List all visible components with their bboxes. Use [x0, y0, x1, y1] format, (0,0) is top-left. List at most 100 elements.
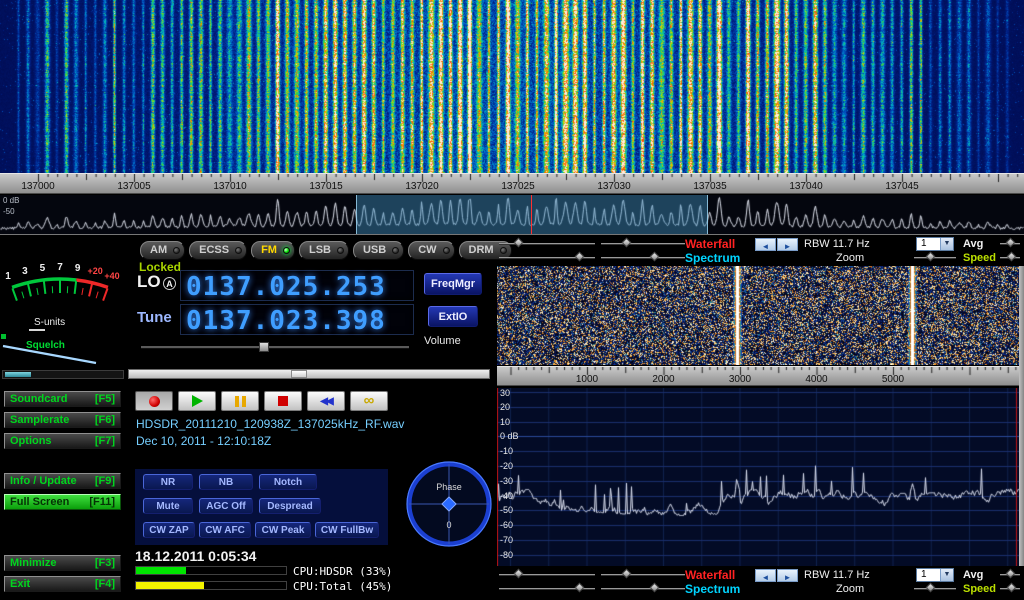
stop-button[interactable] — [264, 391, 302, 411]
slider-thumb[interactable] — [650, 583, 660, 593]
sidebar-button-label: Exit — [10, 578, 30, 590]
lo-frequency-display[interactable]: 0137.025.253 — [180, 270, 414, 301]
sidebar-button-minimize[interactable]: Minimize[F3] — [4, 555, 121, 571]
sidebar-button-info-update[interactable]: Info / Update[F9] — [4, 473, 121, 489]
waterfall-label[interactable]: Waterfall — [685, 568, 735, 582]
tuning-position-slider[interactable] — [128, 369, 490, 379]
slider-thumb[interactable] — [1006, 238, 1016, 248]
spectrum-label[interactable]: Spectrum — [685, 582, 740, 596]
right-scrollbar[interactable] — [1019, 266, 1024, 566]
zoom-out-button[interactable]: ◄ — [755, 238, 776, 251]
avg-combobox[interactable]: 1 ▼ — [916, 237, 954, 251]
main-spectrum[interactable]: 0 dB -50 — [0, 195, 1024, 234]
dropdown-arrow-icon[interactable]: ▼ — [940, 569, 953, 581]
sidebar-button-samplerate[interactable]: Samplerate[F6] — [4, 412, 121, 428]
mode-led — [337, 247, 344, 254]
right-spectrum[interactable]: 3020100 dB-10-20-30-40-50-60-70-80 — [497, 388, 1019, 566]
mode-button-am[interactable]: AM — [140, 241, 185, 260]
spectrum-contrast-slider[interactable] — [601, 583, 685, 595]
spectrum-label[interactable]: Spectrum — [685, 251, 740, 265]
squelch-slider-thumb[interactable] — [5, 372, 31, 377]
right-frequency-scale[interactable]: 10002000300040005000 — [497, 366, 1019, 386]
slider-thumb[interactable] — [574, 583, 584, 593]
mode-button-lsb[interactable]: LSB — [299, 241, 349, 260]
cw-afc-button[interactable]: CW AFC — [199, 522, 251, 538]
pause-button[interactable] — [221, 391, 259, 411]
tuning-position-slider-thumb[interactable] — [291, 370, 307, 378]
waterfall-contrast-slider[interactable] — [601, 238, 685, 250]
agc-button[interactable]: AGC Off — [199, 498, 253, 514]
right-waterfall[interactable] — [497, 266, 1019, 365]
slider-thumb[interactable] — [925, 252, 935, 262]
sidebar-button-soundcard[interactable]: Soundcard[F5] — [4, 391, 121, 407]
zoom-out-button[interactable]: ◄ — [755, 569, 776, 582]
squelch-slider[interactable] — [2, 370, 124, 379]
avg-combobox[interactable]: 1 ▼ — [916, 568, 954, 582]
spectrum-brightness-slider[interactable] — [499, 583, 595, 595]
datetime-display: 18.12.2011 0:05:34 — [135, 548, 256, 564]
waterfall-brightness-slider[interactable] — [499, 569, 595, 581]
dropdown-arrow-icon[interactable]: ▼ — [940, 238, 953, 250]
freqmgr-button[interactable]: FreqMgr — [424, 273, 482, 295]
speed-slider[interactable] — [914, 252, 956, 264]
slider-thumb[interactable] — [1007, 252, 1017, 262]
mode-button-usb[interactable]: USB — [353, 241, 404, 260]
freq-tick-label: 137035 — [693, 181, 726, 192]
slider-thumb[interactable] — [514, 569, 524, 579]
mute-button[interactable]: Mute — [143, 498, 193, 514]
avg-slider[interactable] — [1000, 238, 1020, 250]
zoom-in-button[interactable]: ► — [777, 238, 798, 251]
main-frequency-scale[interactable]: 1370001370051370101370151370201370251370… — [0, 173, 1024, 194]
cw-fullbw-button[interactable]: CW FullBw — [315, 522, 379, 538]
waterfall-label[interactable]: Waterfall — [685, 237, 735, 251]
nr-button[interactable]: NR — [143, 474, 193, 490]
passband-selection[interactable] — [356, 195, 708, 234]
cw-peak-button[interactable]: CW Peak — [255, 522, 311, 538]
phase-control[interactable]: Phase 0 — [405, 460, 493, 548]
tune-frequency-display[interactable]: 0137.023.398 — [180, 304, 414, 335]
mode-button-fm[interactable]: FM — [251, 241, 295, 260]
mode-button-cw[interactable]: CW — [408, 241, 454, 260]
notch-button[interactable]: Notch — [259, 474, 317, 490]
mode-button-ecss[interactable]: ECSS — [189, 241, 247, 260]
lo-lock-badge[interactable]: A — [163, 277, 176, 290]
slider-thumb[interactable] — [621, 569, 631, 579]
slider-thumb[interactable] — [1007, 583, 1017, 593]
sidebar-button-label: Full Screen — [10, 496, 69, 508]
record-button[interactable] — [135, 391, 173, 411]
sidebar-button-options[interactable]: Options[F7] — [4, 433, 121, 449]
speed-fine-slider[interactable] — [1000, 252, 1020, 264]
db-tick-label: -80 — [500, 550, 513, 560]
sidebar-button-exit[interactable]: Exit[F4] — [4, 576, 121, 592]
nb-button[interactable]: NB — [199, 474, 253, 490]
slider-thumb[interactable] — [621, 238, 631, 248]
loop-button[interactable]: ∞ — [350, 391, 388, 411]
zoom-label: Zoom — [836, 583, 864, 595]
volume-slider-thumb[interactable] — [259, 342, 269, 352]
speed-fine-slider[interactable] — [1000, 583, 1020, 595]
freq-tick-label: 137005 — [117, 181, 150, 192]
cw-zap-button[interactable]: CW ZAP — [143, 522, 195, 538]
avg-label: Avg — [963, 238, 983, 250]
speed-slider[interactable] — [914, 583, 956, 595]
spectrum-contrast-slider[interactable] — [601, 252, 685, 264]
despread-button[interactable]: Despread — [259, 498, 321, 514]
main-waterfall[interactable] — [0, 0, 1024, 173]
avg-slider[interactable] — [1000, 569, 1020, 581]
spectrum-brightness-slider[interactable] — [499, 252, 595, 264]
waterfall-contrast-slider[interactable] — [601, 569, 685, 581]
extio-button[interactable]: ExtIO — [428, 306, 478, 327]
slider-thumb[interactable] — [650, 252, 660, 262]
slider-thumb[interactable] — [1006, 569, 1016, 579]
waterfall-brightness-slider[interactable] — [499, 238, 595, 250]
slider-thumb[interactable] — [925, 583, 935, 593]
tune-label: Tune — [137, 309, 172, 326]
play-button[interactable] — [178, 391, 216, 411]
slider-thumb[interactable] — [514, 238, 524, 248]
rewind-button[interactable]: ◀◀ — [307, 391, 345, 411]
zoom-in-button[interactable]: ► — [777, 569, 798, 582]
slider-thumb[interactable] — [574, 252, 584, 262]
phase-label: Phase — [436, 482, 462, 492]
sidebar-button-fullscreen[interactable]: Full Screen[F11] — [4, 494, 121, 510]
volume-slider[interactable] — [141, 342, 409, 352]
